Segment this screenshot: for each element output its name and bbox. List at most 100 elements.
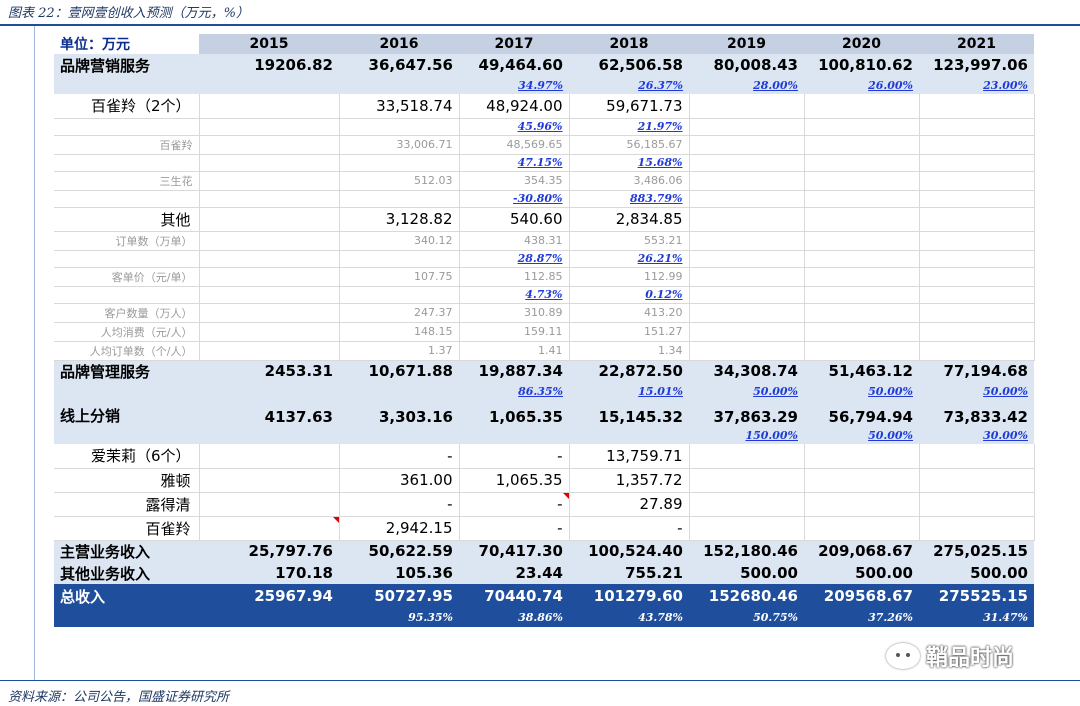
row-label: 百雀羚	[54, 135, 200, 155]
table-row: 客户数量（万人） 247.37 310.89 413.20	[54, 303, 1035, 323]
cell-value: 500.00	[804, 562, 919, 584]
row-label: 品牌营销服务	[54, 54, 199, 76]
cell-value	[919, 322, 1035, 342]
table-row: 品牌营销服务 19206.82 36,647.56 49,464.60 62,506.5…	[54, 54, 1034, 76]
cell-value	[804, 94, 920, 119]
cell-value	[689, 190, 805, 208]
title-divider	[0, 24, 1080, 26]
cell-value: 413.20	[569, 303, 690, 323]
cell-value	[804, 118, 920, 136]
watermark: 鞘品时尚	[886, 640, 1014, 672]
cell-value	[804, 322, 920, 342]
cell-value: 36,647.56	[339, 54, 459, 76]
cell-value: 77,194.68	[919, 360, 1034, 382]
cell-value	[689, 154, 805, 172]
cell-value: 553.21	[569, 231, 690, 251]
cell-value: 21.97%	[569, 118, 690, 136]
cell-value: 883.79%	[569, 190, 690, 208]
cell-value: 150.00%	[689, 426, 804, 444]
cell-value	[689, 94, 805, 119]
cell-value	[689, 516, 805, 541]
cell-value: 1.37	[339, 341, 460, 361]
cell-value: 13,759.71	[569, 444, 690, 469]
cell-value	[804, 468, 920, 493]
left-divider	[34, 26, 35, 680]
table-row: 品牌管理服务 2453.31 10,671.88 19,887.34 22,872.50…	[54, 360, 1034, 382]
cell-value: 3,303.16	[339, 400, 459, 426]
cell-value: 354.35	[459, 171, 570, 191]
cell-value	[689, 341, 805, 361]
year-header: 2021	[919, 34, 1034, 54]
cell-value: 500.00	[919, 562, 1034, 584]
cell-value: 25,797.76	[199, 540, 339, 562]
table-row: 34.97% 26.37% 28.00% 26.00% 23.00%	[54, 76, 1034, 94]
cell-value: 47.15%	[459, 154, 570, 172]
table-row: 线上分销 4137.63 3,303.16 1,065.35 15,145.32 37,8…	[54, 400, 1034, 426]
cell-value: 4137.63	[199, 400, 339, 426]
cell-value	[689, 303, 805, 323]
cell-value	[199, 94, 340, 119]
cell-value: 25967.94	[199, 584, 339, 608]
row-label	[54, 608, 199, 627]
cell-value: 49,464.60	[459, 54, 569, 76]
cell-value: 43.78%	[569, 608, 689, 627]
cell-value	[459, 426, 569, 444]
cell-value	[199, 250, 340, 268]
cell-value	[919, 250, 1035, 268]
cell-value	[804, 492, 920, 517]
row-label	[54, 426, 199, 444]
cell-value: 33,006.71	[339, 135, 460, 155]
table-row: 其他 3,128.82 540.60 2,834.85	[54, 207, 1035, 232]
cell-value: 22,872.50	[569, 360, 689, 382]
table-row: 150.00% 50.00% 30.00%	[54, 426, 1034, 444]
cell-value: 112.85	[459, 267, 570, 287]
cell-value	[689, 135, 805, 155]
cell-value: 275,025.15	[919, 540, 1034, 562]
row-label: 订单数（万单）	[54, 231, 200, 251]
table-row: 28.87% 26.21%	[54, 250, 1035, 268]
table-row: 百雀羚（2个） 33,518.74 48,924.00 59,671.73	[54, 94, 1035, 119]
row-label: 人均消费（元/人）	[54, 322, 200, 342]
wechat-icon	[886, 643, 920, 669]
cell-value	[199, 444, 340, 469]
row-label: 雅顿	[54, 468, 200, 493]
cell-value: -30.80%	[459, 190, 570, 208]
cell-value	[804, 444, 920, 469]
cell-value: 1.34	[569, 341, 690, 361]
cell-value	[919, 492, 1035, 517]
cell-value: 50.00%	[804, 382, 919, 400]
cell-value: 3,128.82	[339, 207, 460, 232]
cell-value: 38.86%	[459, 608, 569, 627]
cell-value: 19206.82	[199, 54, 339, 76]
cell-value: 1.41	[459, 341, 570, 361]
cell-value	[919, 516, 1035, 541]
table-row: 露得清 - -27.89	[54, 492, 1035, 517]
cell-value: 80,008.43	[689, 54, 804, 76]
cell-value: 100,524.40	[569, 540, 689, 562]
row-label: 品牌管理服务	[54, 360, 199, 382]
cell-value	[919, 231, 1035, 251]
cell-value	[689, 322, 805, 342]
cell-value: 105.36	[339, 562, 459, 584]
table-row: 45.96% 21.97%	[54, 118, 1035, 136]
row-label: 露得清	[54, 492, 200, 517]
cell-value	[199, 171, 340, 191]
row-label: 线上分销	[54, 400, 199, 426]
cell-value	[919, 171, 1035, 191]
cell-value: 30.00%	[919, 426, 1034, 444]
cell-value: 15.68%	[569, 154, 690, 172]
cell-value	[804, 207, 920, 232]
cell-value	[339, 118, 460, 136]
row-label	[54, 250, 200, 268]
table-row: 主营业务收入 25,797.76 50,622.59 70,417.30 100,524…	[54, 540, 1034, 562]
cell-value	[339, 286, 460, 304]
cell-value: 361.00	[339, 468, 460, 493]
cell-value	[199, 382, 339, 400]
cell-value: 51,463.12	[804, 360, 919, 382]
year-header: 2018	[569, 34, 689, 54]
cell-value: 3,486.06	[569, 171, 690, 191]
year-header: 2017	[459, 34, 569, 54]
cell-value	[339, 250, 460, 268]
cell-value: 15,145.32	[569, 400, 689, 426]
cell-value: 152680.46	[689, 584, 804, 608]
